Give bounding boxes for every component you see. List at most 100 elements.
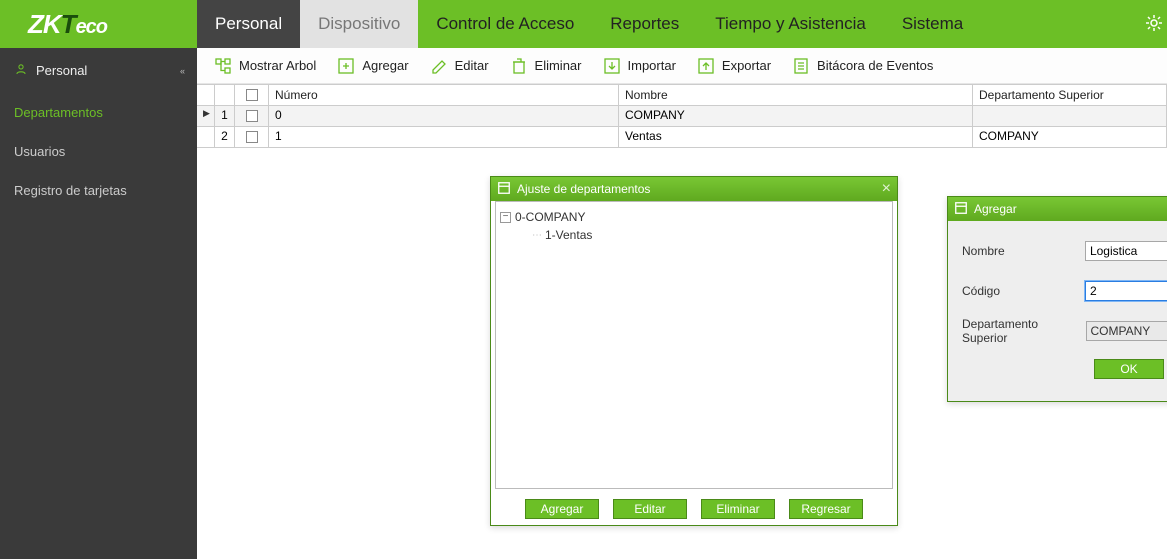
dialog-titlebar[interactable]: Agregar × [948, 197, 1167, 221]
dialog-titlebar[interactable]: Ajuste de departamentos × [491, 177, 897, 201]
tree-node-label: 1-Ventas [545, 228, 592, 242]
tool-audit-log[interactable]: Bitácora de Eventos [783, 54, 941, 78]
person-icon [14, 62, 28, 79]
cell-dsup: COMPANY [973, 127, 1167, 148]
add-icon [336, 56, 356, 76]
sidebar-item-departamentos[interactable]: Departamentos [0, 93, 197, 132]
col-rowindex [215, 84, 235, 105]
tool-edit[interactable]: Editar [421, 54, 497, 78]
tab-label: Dispositivo [318, 14, 400, 34]
sidebar-item-label: Usuarios [14, 144, 65, 159]
main-area: Mostrar Arbol Agregar Editar Eliminar Im… [197, 48, 1167, 559]
col-nombre[interactable]: Nombre [619, 84, 973, 105]
tree-edit-button[interactable]: Editar [613, 499, 687, 519]
tool-label: Agregar [362, 58, 408, 73]
checkbox-icon [246, 110, 258, 122]
tab-label: Control de Acceso [436, 14, 574, 34]
tab-control-acceso[interactable]: Control de Acceso [418, 0, 592, 48]
tree-add-button[interactable]: Agregar [525, 499, 599, 519]
cell-nombre: COMPANY [619, 106, 973, 127]
tab-sistema[interactable]: Sistema [884, 0, 981, 48]
tool-label: Editar [455, 58, 489, 73]
tree-buttons: Agregar Editar Eliminar Regresar [491, 499, 897, 519]
row-index: 1 [215, 106, 235, 127]
tab-label: Sistema [902, 14, 963, 34]
tool-label: Bitácora de Eventos [817, 58, 933, 73]
tool-show-tree[interactable]: Mostrar Arbol [205, 54, 324, 78]
tab-reportes[interactable]: Reportes [592, 0, 697, 48]
tree-leaf[interactable]: ⋯ 1-Ventas [532, 226, 888, 244]
col-checkbox-header[interactable] [235, 84, 269, 105]
delete-icon [509, 56, 529, 76]
tool-add[interactable]: Agregar [328, 54, 416, 78]
row-indicator-icon: ▶ [197, 106, 215, 127]
brand-t: T [61, 9, 76, 39]
cell-dsup [973, 106, 1167, 127]
dialog-title: Ajuste de departamentos [517, 182, 650, 196]
sidebar-item-registro-tarjetas[interactable]: Registro de tarjetas [0, 171, 197, 210]
tree-adjust-dialog: Ajuste de departamentos × − 0-COMPANY ⋯ … [490, 176, 898, 526]
cell-numero: 0 [269, 106, 619, 127]
import-icon [602, 56, 622, 76]
window-icon [497, 181, 511, 198]
close-icon[interactable]: × [882, 182, 891, 196]
toolbar: Mostrar Arbol Agregar Editar Eliminar Im… [197, 48, 1167, 84]
brand-logo: ZKTeco [0, 0, 197, 48]
input-codigo[interactable] [1085, 281, 1167, 301]
brand-zk: ZK [28, 9, 61, 39]
label-dsup: Departamento Superior [962, 317, 1086, 345]
add-department-dialog: Agregar × Nombre * Código * Departamento… [947, 196, 1167, 402]
grid-header: Número Nombre Departamento Superior [197, 84, 1167, 106]
tree-connector-icon: ⋯ [532, 230, 541, 241]
expand-toggle-icon[interactable]: − [500, 212, 511, 223]
checkbox-icon [246, 89, 258, 101]
tree-node-label: 0-COMPANY [515, 210, 585, 224]
col-numero[interactable]: Número [269, 84, 619, 105]
tool-label: Importar [628, 58, 676, 73]
export-icon [696, 56, 716, 76]
tab-label: Reportes [610, 14, 679, 34]
checkbox-icon [246, 131, 258, 143]
label-nombre: Nombre [962, 244, 1085, 258]
collapse-icon: « [180, 66, 183, 76]
tool-import[interactable]: Importar [594, 54, 684, 78]
main-tabs: Personal Dispositivo Control de Acceso R… [197, 0, 981, 48]
app-header: ZKTeco Personal Dispositivo Control de A… [0, 0, 1167, 48]
row-checkbox[interactable] [235, 127, 269, 148]
row-checkbox[interactable] [235, 106, 269, 127]
dialog-body: Nombre * Código * Departamento Superior … [948, 221, 1167, 401]
input-nombre[interactable] [1085, 241, 1167, 261]
tree-root[interactable]: − 0-COMPANY [500, 208, 888, 226]
select-dsup[interactable]: COMPANY ▾ [1086, 321, 1167, 341]
tree-back-button[interactable]: Regresar [789, 499, 863, 519]
sidebar-item-label: Registro de tarjetas [14, 183, 127, 198]
tool-export[interactable]: Exportar [688, 54, 779, 78]
tree-view[interactable]: − 0-COMPANY ⋯ 1-Ventas [495, 201, 893, 489]
label-codigo: Código [962, 284, 1085, 298]
window-icon [954, 201, 968, 218]
col-indicator [197, 84, 215, 105]
table-row[interactable]: 2 1 Ventas COMPANY [197, 127, 1167, 148]
tab-personal[interactable]: Personal [197, 0, 300, 48]
sidebar-item-usuarios[interactable]: Usuarios [0, 132, 197, 171]
sidebar-section[interactable]: Personal « [0, 48, 197, 93]
sidebar-section-title: Personal [36, 63, 87, 78]
col-dsup[interactable]: Departamento Superior [973, 84, 1167, 105]
tab-label: Personal [215, 14, 282, 34]
tool-label: Eliminar [535, 58, 582, 73]
tab-dispositivo[interactable]: Dispositivo [300, 0, 418, 48]
table-row[interactable]: ▶ 1 0 COMPANY [197, 106, 1167, 127]
settings-icon[interactable] [1145, 14, 1163, 35]
tool-delete[interactable]: Eliminar [501, 54, 590, 78]
row-index: 2 [215, 127, 235, 148]
tool-label: Exportar [722, 58, 771, 73]
dialog-title: Agregar [974, 202, 1017, 216]
select-value: COMPANY [1091, 324, 1151, 338]
tab-label: Tiempo y Asistencia [715, 14, 866, 34]
ok-button[interactable]: OK [1094, 359, 1164, 379]
edit-icon [429, 56, 449, 76]
tab-tiempo[interactable]: Tiempo y Asistencia [697, 0, 884, 48]
cell-nombre: Ventas [619, 127, 973, 148]
row-indicator-icon [197, 127, 215, 148]
tree-delete-button[interactable]: Eliminar [701, 499, 775, 519]
